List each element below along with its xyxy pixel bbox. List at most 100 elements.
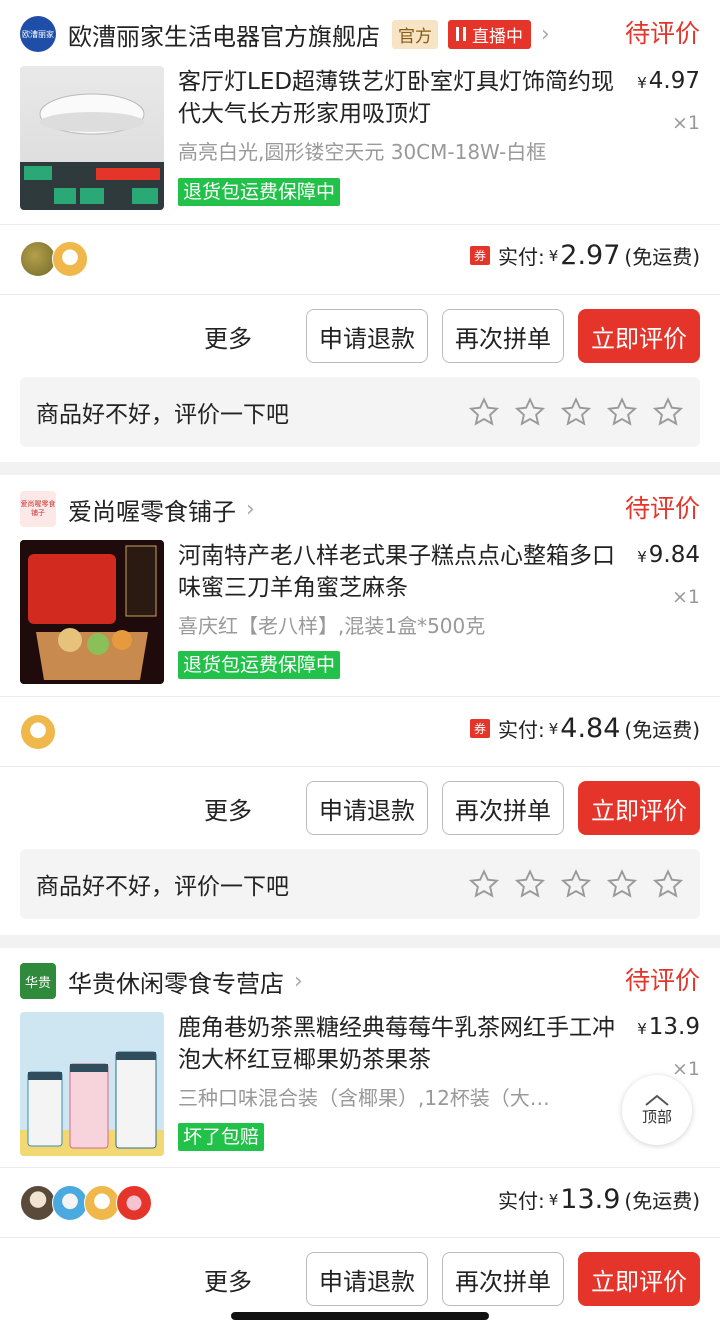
product-title[interactable]: 河南特产老八样老式果子糕点点心整箱多口味蜜三刀羊角蜜芝麻条 [178, 540, 618, 604]
quick-review: 商品好不好，评价一下吧 [20, 377, 700, 447]
review-button[interactable]: 立即评价 [578, 1252, 700, 1306]
back-to-top-label: 顶部 [641, 1107, 672, 1126]
rebuy-button[interactable]: 再次拼单 [442, 309, 564, 363]
buyer-avatars [20, 1185, 152, 1221]
divider [0, 766, 720, 767]
avatar [116, 1185, 152, 1221]
order-card: 爱尚喔零食铺子 爱尚喔零食铺子 › 待评价 河南特产老八样老式果子糕点点心整箱多… [0, 475, 720, 935]
shop-logo: 华贵 [20, 963, 56, 999]
avatar [52, 241, 88, 277]
unit-price: ¥4.97 [637, 68, 700, 94]
star-icon[interactable] [606, 868, 638, 900]
product-image[interactable] [20, 66, 164, 210]
shop-name[interactable]: 欧漕丽家生活电器官方旗舰店 [68, 17, 380, 52]
refund-button[interactable]: 申请退款 [306, 309, 428, 363]
order-card: 欧漕丽家 欧漕丽家生活电器官方旗舰店 官方 直播中 › 待评价 客厅灯LED超薄… [0, 0, 720, 462]
guarantee-badge: 退货包运费保障中 [178, 651, 341, 679]
more-button[interactable]: 更多 [204, 319, 252, 354]
chevron-right-icon: › [294, 968, 303, 994]
rebuy-button[interactable]: 再次拼单 [442, 1252, 564, 1306]
shop-name[interactable]: 爱尚喔零食铺子 [68, 492, 236, 527]
product-spec: 喜庆红【老八样】,混装1盒*500克 [178, 614, 486, 638]
guarantee-badge: 坏了包赔 [178, 1123, 265, 1151]
unit-price: ¥13.9 [637, 1014, 700, 1040]
star-icon[interactable] [606, 396, 638, 428]
live-bars-icon [456, 27, 466, 41]
chevron-right-icon: › [541, 21, 550, 47]
order-card: 华贵 华贵休闲零食专营店 › 待评价 鹿角巷奶茶黑糖经典莓莓牛乳茶网红手工冲泡大… [0, 948, 720, 1329]
star-icon[interactable] [560, 868, 592, 900]
quick-review: 商品好不好，评价一下吧 [20, 849, 700, 919]
product-image[interactable] [20, 1012, 164, 1156]
rating-stars[interactable] [468, 396, 684, 428]
refund-button[interactable]: 申请退款 [306, 781, 428, 835]
quantity: ×1 [671, 112, 700, 134]
ceiling-lamp-image [20, 93, 164, 210]
paid-amount: 2.97 [560, 240, 621, 271]
divider [0, 294, 720, 295]
product-spec: 三种口味混合装（含椰果）,12杯装（大… [178, 1086, 550, 1110]
avatar [20, 714, 56, 750]
quantity: ×1 [671, 1058, 700, 1080]
review-prompt: 商品好不好，评价一下吧 [36, 874, 289, 900]
order-status: 待评价 [624, 966, 700, 995]
order-actions: 更多 申请退款 再次拼单 立即评价 [204, 1252, 700, 1306]
unit-price: ¥9.84 [637, 542, 700, 568]
divider [0, 1237, 720, 1238]
official-badge: 官方 [392, 19, 438, 49]
coupon-icon: 券 [469, 719, 490, 738]
coupon-icon: 券 [469, 246, 490, 265]
star-icon[interactable] [514, 396, 546, 428]
star-icon[interactable] [468, 868, 500, 900]
paid-summary: 券 实付: ¥ 4.84 (免运费) [469, 713, 700, 744]
shop-logo: 爱尚喔零食铺子 [20, 491, 56, 527]
review-button[interactable]: 立即评价 [578, 309, 700, 363]
divider [0, 1167, 720, 1168]
paid-summary: 实付: ¥ 13.9 (免运费) [497, 1184, 700, 1215]
paid-summary: 券 实付: ¥ 2.97 (免运费) [469, 240, 700, 271]
order-status: 待评价 [624, 19, 700, 48]
review-prompt: 商品好不好，评价一下吧 [36, 402, 289, 428]
buyer-avatars [20, 241, 88, 277]
avatar [20, 241, 56, 277]
product-spec: 高亮白光,圆形镂空天元 30CM-18W-白框 [178, 140, 547, 164]
shop-row[interactable]: 爱尚喔零食铺子 爱尚喔零食铺子 › [20, 485, 700, 533]
star-icon[interactable] [560, 396, 592, 428]
review-button[interactable]: 立即评价 [578, 781, 700, 835]
guarantee-badge: 退货包运费保障中 [178, 178, 341, 206]
shop-logo: 欧漕丽家 [20, 16, 56, 52]
snack-box-image [20, 540, 164, 684]
order-actions: 更多 申请退款 再次拼单 立即评价 [204, 781, 700, 835]
rating-stars[interactable] [468, 868, 684, 900]
shop-name[interactable]: 华贵休闲零食专营店 [68, 964, 284, 999]
chevron-right-icon: › [246, 496, 255, 522]
home-indicator[interactable] [231, 1312, 489, 1320]
paid-amount: 4.84 [560, 713, 621, 744]
star-icon[interactable] [468, 396, 500, 428]
product-title[interactable]: 客厅灯LED超薄铁艺灯卧室灯具灯饰简约现代大气长方形家用吸顶灯 [178, 66, 618, 130]
quantity: ×1 [671, 586, 700, 608]
avatar [52, 1185, 88, 1221]
more-button[interactable]: 更多 [204, 1262, 252, 1297]
product-image[interactable] [20, 540, 164, 684]
buyer-avatars [20, 714, 56, 750]
chevron-up-icon [645, 1094, 669, 1106]
star-icon[interactable] [514, 868, 546, 900]
shop-row[interactable]: 华贵 华贵休闲零食专营店 › [20, 957, 700, 1005]
product-title[interactable]: 鹿角巷奶茶黑糖经典莓莓牛乳茶网红手工冲泡大杯红豆椰果奶茶果茶 [178, 1012, 618, 1076]
shop-row[interactable]: 欧漕丽家 欧漕丽家生活电器官方旗舰店 官方 直播中 › [20, 10, 700, 58]
divider [0, 696, 720, 697]
order-actions: 更多 申请退款 再次拼单 立即评价 [204, 309, 700, 363]
back-to-top-button[interactable]: 顶部 [622, 1075, 692, 1145]
star-icon[interactable] [652, 396, 684, 428]
live-badge: 直播中 [448, 19, 531, 49]
rebuy-button[interactable]: 再次拼单 [442, 781, 564, 835]
avatar [20, 1185, 56, 1221]
divider [0, 224, 720, 225]
refund-button[interactable]: 申请退款 [306, 1252, 428, 1306]
order-status: 待评价 [624, 494, 700, 523]
star-icon[interactable] [652, 868, 684, 900]
paid-amount: 13.9 [560, 1184, 621, 1215]
milk-tea-image [20, 1012, 164, 1156]
more-button[interactable]: 更多 [204, 791, 252, 826]
